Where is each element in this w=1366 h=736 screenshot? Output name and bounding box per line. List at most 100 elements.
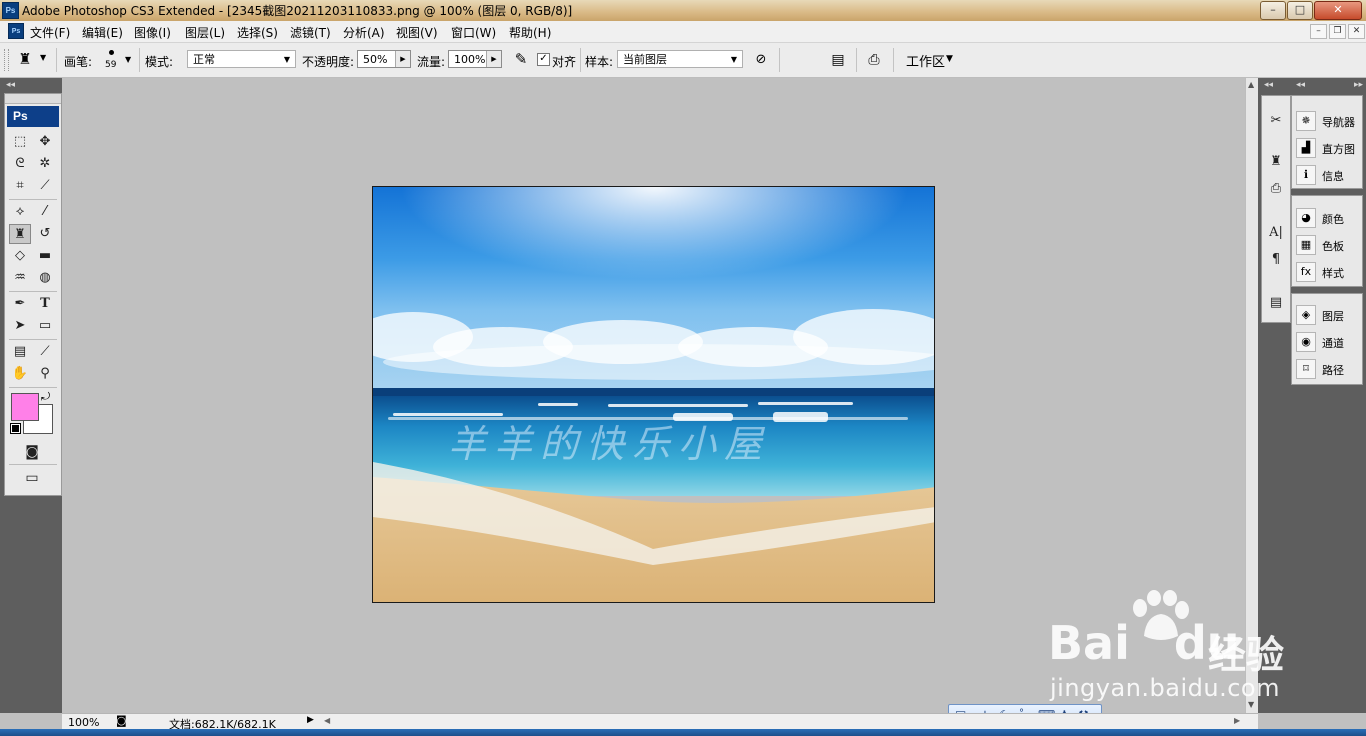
character-icon[interactable]: A| (1265, 222, 1287, 244)
default-colors-icon[interactable] (10, 423, 21, 434)
tool-presets-icon[interactable]: ✂ (1265, 110, 1287, 132)
dodge-tool-icon[interactable]: ◍ (34, 268, 56, 288)
windows-taskbar[interactable] (0, 729, 1366, 736)
clone-source-icon[interactable]: ♜ (1265, 151, 1287, 173)
panel-tab-channels[interactable]: ◉ 通道 (1294, 330, 1360, 354)
image-watermark-text: 羊羊的快乐小屋 (448, 422, 770, 466)
panel-label: 信息 (1322, 170, 1344, 183)
status-menu-arrow-icon[interactable]: ▶ (307, 715, 314, 725)
chevron-down-icon[interactable]: ▼ (40, 53, 46, 62)
marquee-tool-icon[interactable]: ⬚ (9, 132, 31, 152)
document-image[interactable]: 羊羊的快乐小屋 (372, 186, 935, 603)
opacity-slider-arrow-icon[interactable]: ▶ (395, 51, 410, 67)
swap-colors-icon[interactable]: ⤾ (41, 390, 50, 404)
rectangle-tool-icon[interactable]: ▭ (34, 316, 56, 336)
panel-tab-paths[interactable]: ⌑ 路径 (1294, 357, 1360, 381)
options-grip[interactable] (4, 49, 9, 71)
crop-tool-icon[interactable]: ⌗ (9, 176, 31, 196)
magic-wand-tool-icon[interactable]: ✲ (34, 154, 56, 174)
close-button[interactable]: ✕ (1314, 1, 1362, 20)
menu-select[interactable]: 选择(S) (237, 24, 278, 41)
brush-picker[interactable]: 59 (104, 48, 120, 72)
doc-minimize-button[interactable]: – (1310, 24, 1327, 39)
panel-tab-navigator[interactable]: ✵ 导航器 (1294, 109, 1360, 133)
chevron-down-icon[interactable]: ▼ (946, 54, 953, 64)
brush-size: 59 (105, 60, 117, 70)
flow-input[interactable]: 100% ▶ (448, 50, 502, 68)
menu-view[interactable]: 视图(V) (396, 24, 438, 41)
aligned-checkbox[interactable]: ✓ (537, 53, 550, 66)
sample-select[interactable]: 当前图层 ▼ (617, 50, 743, 68)
actions-icon[interactable]: ▤ (1265, 292, 1287, 314)
screen-mode-icon[interactable]: ▭ (21, 468, 43, 488)
chevron-down-icon[interactable]: ▼ (125, 55, 131, 64)
expand-arrows-icon[interactable]: ▸▸ (1354, 80, 1363, 90)
type-tool-icon[interactable]: T (34, 294, 56, 314)
history-brush-tool-icon[interactable]: ↺ (34, 224, 56, 244)
scroll-right-arrow-icon[interactable]: ▶ (1234, 716, 1240, 725)
brushes-palette-icon[interactable]: ▤ (828, 50, 848, 70)
maximize-button[interactable]: □ (1287, 1, 1313, 20)
flow-label: 流量: (417, 55, 446, 69)
brush-tool-icon[interactable]: ⁄ (34, 202, 56, 222)
bridge-icon[interactable]: ⎙ (862, 50, 886, 70)
layers-icon: ◈ (1296, 305, 1316, 325)
scroll-up-arrow-icon[interactable]: ▲ (1248, 80, 1254, 89)
minimize-button[interactable]: – (1260, 1, 1286, 20)
scroll-left-arrow-icon[interactable]: ◀ (324, 716, 330, 725)
status-preview-icon[interactable]: ◙ (116, 714, 127, 727)
menu-layer[interactable]: 图层(L) (185, 24, 225, 41)
ignore-adjustment-layers-icon[interactable]: ⊘ (751, 50, 771, 70)
move-tool-icon[interactable]: ✥ (34, 132, 56, 152)
gradient-tool-icon[interactable]: ▬ (34, 246, 56, 266)
menu-file[interactable]: 文件(F) (30, 24, 70, 41)
opacity-input[interactable]: 50% ▶ (357, 50, 411, 68)
collapse-arrows-icon[interactable]: ◂◂ (1296, 80, 1305, 90)
foreground-color-swatch[interactable] (11, 393, 39, 421)
menu-help[interactable]: 帮助(H) (509, 24, 551, 41)
watermark-url: jingyan.baidu.com (1050, 674, 1280, 702)
panel-tab-layers[interactable]: ◈ 图层 (1294, 303, 1360, 327)
photoshop-app-icon[interactable]: Ps (2, 2, 19, 19)
doc-close-button[interactable]: ✕ (1348, 24, 1365, 39)
slice-tool-icon[interactable]: ⟋ (34, 176, 56, 196)
divider (779, 48, 780, 72)
panel-tab-color[interactable]: ◕ 颜色 (1294, 206, 1360, 230)
mode-select[interactable]: 正常 ▼ (187, 50, 296, 68)
notes-tool-icon[interactable]: ▤ (9, 342, 31, 362)
pen-tool-icon[interactable]: ✒ (9, 294, 31, 314)
lasso-tool-icon[interactable]: ᘓ (9, 154, 31, 174)
clone-stamp-tool-icon[interactable]: ♜ (9, 224, 31, 244)
styles-icon: fx (1296, 262, 1316, 282)
flow-slider-arrow-icon[interactable]: ▶ (486, 51, 501, 67)
eraser-tool-icon[interactable]: ◇ (9, 246, 31, 266)
healing-brush-tool-icon[interactable]: ⟡ (9, 202, 31, 222)
paragraph-icon[interactable]: ¶ (1265, 249, 1287, 271)
menu-edit[interactable]: 编辑(E) (82, 24, 123, 41)
collapse-arrows-icon[interactable]: ◂◂ (6, 80, 15, 90)
tool-preset-icon[interactable]: ♜ (14, 50, 36, 70)
menu-image[interactable]: 图像(I) (134, 24, 171, 41)
zoom-level[interactable]: 100% (68, 716, 99, 729)
path-selection-tool-icon[interactable]: ➤ (9, 316, 31, 336)
airbrush-icon[interactable]: ✎ (510, 50, 532, 70)
doc-restore-button[interactable]: ❐ (1329, 24, 1346, 39)
panel-tab-histogram[interactable]: ▟ 直方图 (1294, 136, 1360, 160)
menu-analysis[interactable]: 分析(A) (343, 24, 385, 41)
zoom-tool-icon[interactable]: ⚲ (34, 364, 56, 384)
history-icon[interactable]: ⎙ (1265, 178, 1287, 200)
collapse-arrows-icon[interactable]: ◂◂ (1264, 80, 1273, 90)
document-icon[interactable]: Ps (8, 23, 24, 39)
panel-tab-swatches[interactable]: ▦ 色板 (1294, 233, 1360, 257)
quick-mask-icon[interactable]: ◙ (21, 442, 43, 462)
panel-tab-styles[interactable]: fx 样式 (1294, 260, 1360, 284)
hand-tool-icon[interactable]: ✋ (9, 364, 31, 384)
toolbox-header[interactable]: Ps (7, 106, 59, 127)
workspace-menu[interactable]: 工作区 (906, 51, 945, 70)
panel-tab-info[interactable]: ℹ 信息 (1294, 163, 1360, 187)
toolbox-grip[interactable] (5, 94, 61, 104)
menu-window[interactable]: 窗口(W) (451, 24, 496, 41)
blur-tool-icon[interactable]: ♒ (9, 268, 31, 288)
menu-filter[interactable]: 滤镜(T) (290, 24, 331, 41)
eyedropper-tool-icon[interactable]: ⟋ (34, 342, 56, 362)
